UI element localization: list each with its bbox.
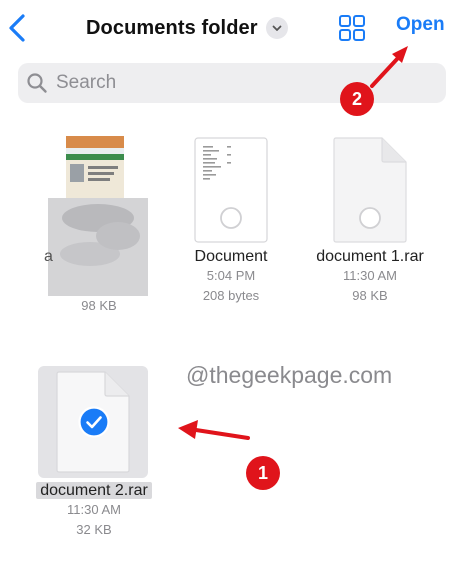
annotation-step-1: 1 (246, 456, 280, 490)
arrow-to-selected-file (194, 428, 250, 440)
annotation-arrows (178, 46, 408, 440)
arrow-head-icon (178, 420, 198, 439)
arrow-to-open-button (370, 56, 400, 88)
annotation-step-2: 2 (340, 82, 374, 116)
